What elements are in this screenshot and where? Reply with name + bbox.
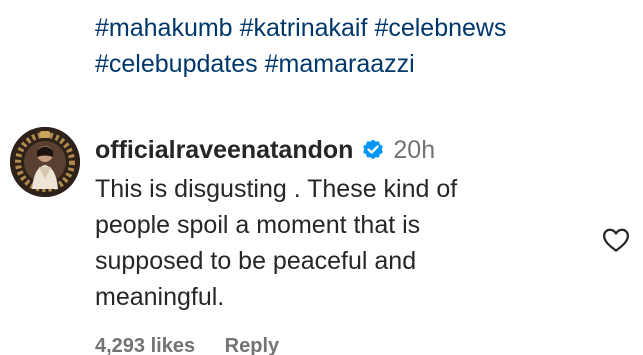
reply-button[interactable]: Reply — [225, 335, 279, 355]
comment-item: officialraveenatandon 20h This is disgus… — [0, 125, 643, 355]
avatar[interactable] — [10, 127, 80, 197]
hashtag-line-1: #mahakumb #katrinakaif #celebnews — [95, 10, 625, 46]
heart-outline-icon[interactable] — [601, 225, 631, 255]
comment-text: This is disgusting . These kind of peopl… — [95, 175, 458, 311]
comment-body: officialraveenatandon 20h This is disgus… — [95, 133, 575, 315]
comment-username[interactable]: officialraveenatandon — [95, 136, 353, 165]
hashtag-link[interactable]: #katrinakaif — [240, 14, 368, 42]
hashtag-link[interactable]: #celebupdates — [95, 50, 258, 78]
hashtag-link[interactable]: #celebnews — [374, 14, 506, 42]
hashtag-link[interactable]: #mamaraazzi — [265, 50, 415, 78]
comment-actions: 4,293 likes Reply — [95, 335, 303, 355]
likes-count[interactable]: 4,293 likes — [95, 335, 195, 355]
instagram-comments-view: #mahakumb #katrinakaif #celebnews #celebup… — [0, 0, 643, 355]
hashtag-line-2: #celebupdates #mamaraazzi — [95, 46, 625, 82]
profile-photo-icon — [10, 127, 80, 197]
verified-badge-icon — [363, 139, 384, 160]
comment-meta: officialraveenatandon 20h — [95, 133, 575, 167]
hashtag-link[interactable]: #mahakumb — [95, 14, 233, 42]
comment-timestamp: 20h — [393, 135, 436, 164]
post-caption-hashtags: #mahakumb #katrinakaif #celebnews #celebup… — [95, 10, 625, 82]
